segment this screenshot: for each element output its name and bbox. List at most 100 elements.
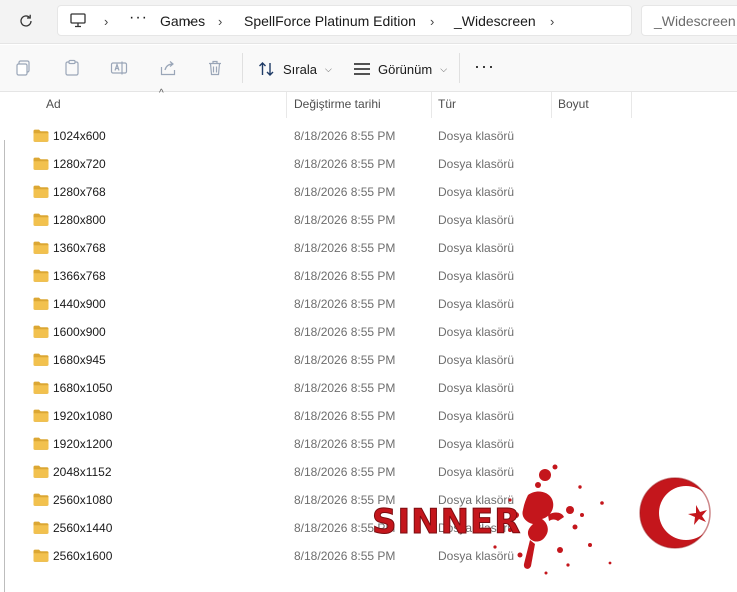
breadcrumb-item-games[interactable]: Games <box>160 13 205 29</box>
file-name: 2560x1600 <box>53 549 113 563</box>
table-row[interactable]: 1024x600 8/18/2026 8:55 PM Dosya klasörü <box>28 122 548 150</box>
folder-icon <box>33 521 49 534</box>
copy-icon[interactable] <box>15 59 33 77</box>
column-header-date[interactable]: Değiştirme tarihi <box>294 97 381 111</box>
share-icon[interactable] <box>159 59 177 77</box>
breadcrumb[interactable]: › ··· › Games › SpellForce Platinum Edit… <box>57 5 632 36</box>
file-type: Dosya klasörü <box>438 297 515 311</box>
delete-icon[interactable] <box>206 59 224 77</box>
folder-icon <box>33 157 49 170</box>
folder-icon <box>33 381 49 394</box>
file-type: Dosya klasörü <box>438 185 515 199</box>
ellipsis-icon[interactable]: ··· <box>129 9 148 27</box>
file-name: 2560x1440 <box>53 521 113 535</box>
column-divider[interactable] <box>286 92 287 118</box>
file-name: 2048x1152 <box>53 465 112 479</box>
refresh-icon <box>20 14 32 27</box>
file-date: 8/18/2026 8:55 PM <box>294 241 396 255</box>
file-name: 1920x1080 <box>53 409 113 423</box>
view-button[interactable]: Görünüm ⌵ <box>353 55 447 83</box>
column-divider[interactable] <box>631 92 632 118</box>
column-header-type[interactable]: Tür <box>438 97 456 111</box>
chevron-right-icon[interactable]: › <box>550 14 554 29</box>
table-row[interactable]: 1366x768 8/18/2026 8:55 PM Dosya klasörü <box>28 262 548 290</box>
table-row[interactable]: 1680x945 8/18/2026 8:55 PM Dosya klasörü <box>28 346 548 374</box>
folder-icon <box>33 437 49 450</box>
sort-label: Sırala <box>283 61 317 77</box>
chevron-right-icon[interactable]: › <box>430 14 434 29</box>
file-type: Dosya klasörü <box>438 325 515 339</box>
folder-icon <box>33 185 49 198</box>
search-input[interactable]: _Widescreen k <box>641 5 737 36</box>
folder-icon <box>33 129 49 142</box>
file-date: 8/18/2026 8:55 PM <box>294 381 396 395</box>
table-row[interactable]: 1280x800 8/18/2026 8:55 PM Dosya klasörü <box>28 206 548 234</box>
file-date: 8/18/2026 8:55 PM <box>294 353 396 367</box>
chevron-right-icon[interactable]: › <box>104 14 108 29</box>
folder-icon <box>33 297 49 310</box>
rename-icon[interactable] <box>110 59 128 77</box>
table-row[interactable]: 1280x720 8/18/2026 8:55 PM Dosya klasörü <box>28 150 548 178</box>
file-name: 1680x945 <box>53 353 106 367</box>
file-name: 1024x600 <box>53 129 106 143</box>
view-label: Görünüm <box>378 61 433 77</box>
file-type: Dosya klasörü <box>438 213 515 227</box>
breadcrumb-item-widescreen[interactable]: _Widescreen <box>454 13 536 29</box>
svg-text:SINNER: SINNER <box>372 502 521 542</box>
command-bar: Sırala ⌵ Görünüm ⌵ ··· <box>0 45 737 92</box>
table-row[interactable]: 1920x1080 8/18/2026 8:55 PM Dosya klasörü <box>28 402 548 430</box>
chevron-down-icon: ⌵ <box>324 63 332 74</box>
file-name: 1280x800 <box>53 213 106 227</box>
file-name: 1360x768 <box>53 241 106 255</box>
folder-icon <box>33 241 49 254</box>
file-type: Dosya klasörü <box>438 241 515 255</box>
file-name: 1366x768 <box>53 269 106 283</box>
file-date: 8/18/2026 8:55 PM <box>294 409 396 423</box>
column-header-name[interactable]: Ad <box>46 97 61 111</box>
table-row[interactable]: 1920x1200 8/18/2026 8:55 PM Dosya klasörü <box>28 430 548 458</box>
file-name: 1280x720 <box>53 157 106 171</box>
table-row[interactable]: 1440x900 8/18/2026 8:55 PM Dosya klasörü <box>28 290 548 318</box>
file-date: 8/18/2026 8:55 PM <box>294 157 396 171</box>
table-row[interactable]: 1680x1050 8/18/2026 8:55 PM Dosya klasörü <box>28 374 548 402</box>
file-date: 8/18/2026 8:55 PM <box>294 297 396 311</box>
file-type: Dosya klasörü <box>438 353 515 367</box>
folder-icon <box>33 549 49 562</box>
paste-icon[interactable] <box>63 59 81 77</box>
breadcrumb-item-spellforce[interactable]: SpellForce Platinum Edition <box>244 13 416 29</box>
refresh-button[interactable] <box>14 10 38 32</box>
file-date: 8/18/2026 8:55 PM <box>294 129 396 143</box>
sort-icon <box>259 62 274 76</box>
more-icon[interactable]: ··· <box>474 52 495 80</box>
search-placeholder: _Widescreen k <box>654 13 737 29</box>
column-divider[interactable] <box>431 92 432 118</box>
folder-icon <box>33 465 49 478</box>
pane-divider[interactable] <box>4 140 5 592</box>
table-row[interactable]: 1360x768 8/18/2026 8:55 PM Dosya klasörü <box>28 234 548 262</box>
address-bar-row: › ··· › Games › SpellForce Platinum Edit… <box>0 0 737 44</box>
file-type: Dosya klasörü <box>438 437 515 451</box>
chevron-right-icon[interactable]: › <box>218 14 222 29</box>
folder-icon <box>33 353 49 366</box>
sort-ascending-icon: ^ <box>159 88 164 99</box>
sort-button[interactable]: Sırala ⌵ <box>258 55 332 83</box>
file-type: Dosya klasörü <box>438 157 515 171</box>
file-name: 1920x1200 <box>53 437 113 451</box>
folder-icon <box>33 213 49 226</box>
toolbar-divider <box>242 53 243 83</box>
file-type: Dosya klasörü <box>438 129 515 143</box>
table-row[interactable]: 1280x768 8/18/2026 8:55 PM Dosya klasörü <box>28 178 548 206</box>
view-icon <box>354 63 370 75</box>
column-header-size[interactable]: Boyut <box>558 97 589 111</box>
file-name: 1280x768 <box>53 185 106 199</box>
file-date: 8/18/2026 8:55 PM <box>294 325 396 339</box>
folder-icon <box>33 325 49 338</box>
table-row[interactable]: 1600x900 8/18/2026 8:55 PM Dosya klasörü <box>28 318 548 346</box>
file-name: 1440x900 <box>53 297 106 311</box>
folder-icon <box>33 409 49 422</box>
sinner-watermark-logo: SINNER <box>372 464 713 575</box>
computer-icon[interactable] <box>70 13 86 28</box>
toolbar-divider <box>459 53 460 83</box>
file-name: 1680x1050 <box>53 381 113 395</box>
column-divider[interactable] <box>551 92 552 118</box>
